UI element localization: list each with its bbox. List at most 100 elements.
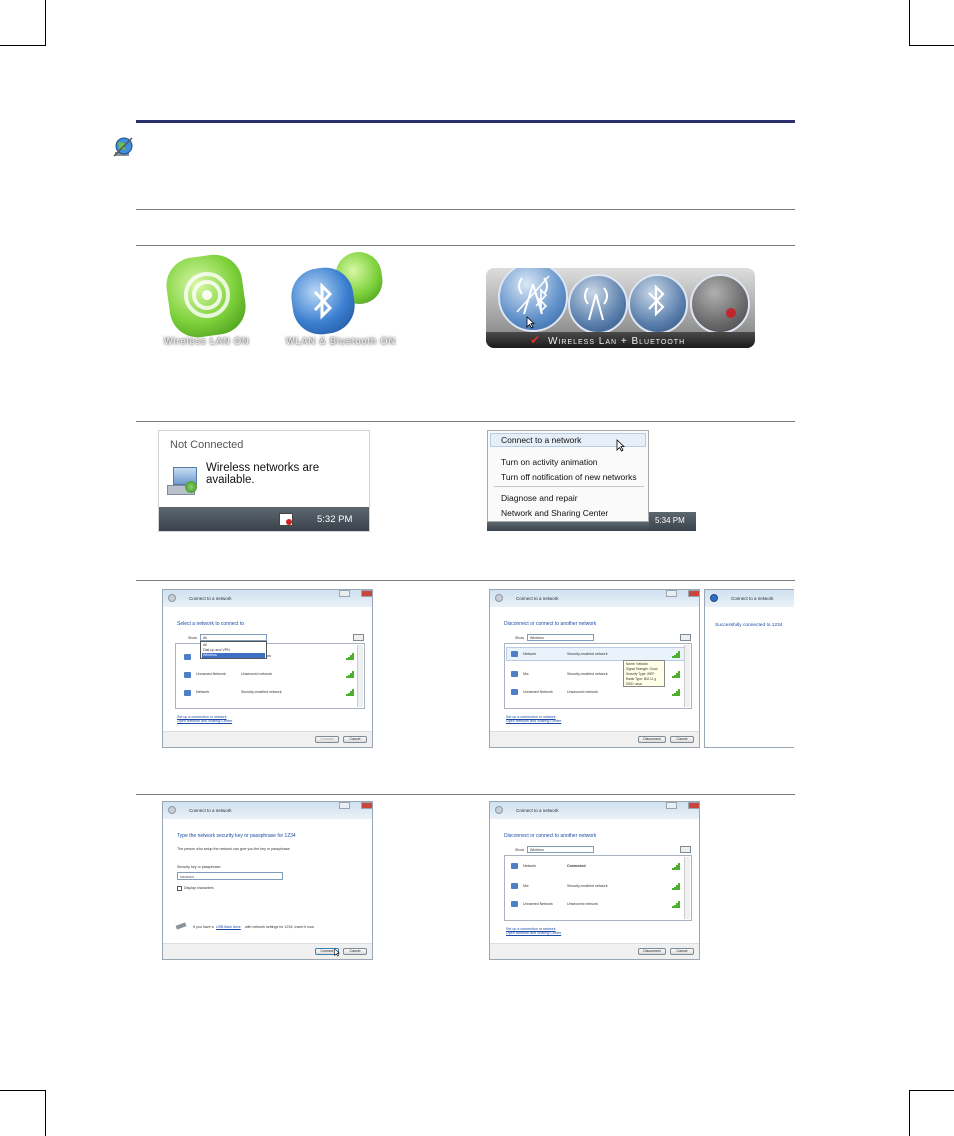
display-characters-checkbox[interactable] bbox=[177, 886, 182, 891]
connect-network-dialog: Connect to a network Disconnect or conne… bbox=[489, 801, 700, 960]
network-security: Unsecured network bbox=[241, 672, 272, 676]
dialog-subtext: The person who setup the network can giv… bbox=[177, 847, 291, 851]
success-message: Successfully connected to 1234 bbox=[715, 623, 783, 628]
usb-prefix: If you have a bbox=[193, 925, 214, 929]
dialog-title: Connect to a network bbox=[516, 596, 559, 601]
refresh-button[interactable] bbox=[680, 634, 691, 641]
wlan-bluetooth-logo: WLAN & Bluetooth ON bbox=[284, 249, 399, 347]
show-select[interactable]: Wireless bbox=[527, 846, 594, 853]
cancel-button[interactable]: Cancel bbox=[343, 736, 367, 743]
minimize-button[interactable] bbox=[666, 802, 677, 809]
signal-icon bbox=[346, 689, 355, 696]
dialog-footer bbox=[490, 943, 699, 959]
scrollbar[interactable] bbox=[684, 645, 690, 707]
network-name[interactable]: Mic bbox=[523, 884, 529, 888]
osd-caption-bar: ✔ Wireless Lan + Bluetooth bbox=[486, 332, 755, 348]
back-button[interactable] bbox=[495, 594, 503, 602]
section-divider bbox=[136, 794, 795, 795]
disconnect-button[interactable]: Disconnect bbox=[638, 736, 666, 743]
show-label: Show bbox=[515, 848, 524, 852]
crop-mark bbox=[909, 0, 910, 46]
close-button[interactable] bbox=[688, 590, 699, 597]
menu-item-connect[interactable]: Connect to a network bbox=[501, 435, 581, 445]
signal-icon bbox=[346, 671, 355, 678]
usb-suffix: with network settings for 1234, insert i… bbox=[245, 925, 315, 929]
back-button[interactable] bbox=[168, 806, 176, 814]
network-icon bbox=[511, 689, 518, 695]
back-button[interactable] bbox=[495, 806, 503, 814]
signal-icon bbox=[672, 689, 681, 696]
sharing-center-link[interactable]: Open Network and Sharing Center bbox=[506, 719, 561, 723]
minimize-button[interactable] bbox=[339, 590, 350, 597]
crop-mark bbox=[0, 45, 45, 46]
menu-item-activity-animation[interactable]: Turn on activity animation bbox=[501, 457, 598, 467]
osd-caption: Wireless Lan + Bluetooth bbox=[548, 336, 686, 347]
show-dropdown: All Dial-up and VPN Wireless bbox=[200, 641, 267, 659]
signal-icon bbox=[672, 863, 681, 870]
crop-mark bbox=[45, 1090, 46, 1136]
network-name[interactable]: Mic bbox=[523, 672, 529, 676]
back-button[interactable] bbox=[710, 594, 718, 602]
network-notification[interactable]: Not Connected Wireless networks are avai… bbox=[158, 430, 370, 532]
sharing-center-link[interactable]: Open Network and Sharing Center bbox=[506, 931, 561, 935]
network-name[interactable]: Network bbox=[523, 652, 536, 656]
security-key-input[interactable]: •••••••••• bbox=[177, 872, 283, 880]
network-security: Unsecured network bbox=[567, 902, 598, 906]
network-globe-icon bbox=[167, 467, 203, 497]
network-security: Security-enabled network bbox=[567, 652, 608, 656]
dropdown-option[interactable]: All bbox=[203, 643, 207, 647]
cancel-button[interactable]: Cancel bbox=[343, 948, 367, 955]
security-key-dialog: Connect to a network Type the network se… bbox=[162, 801, 373, 960]
network-name[interactable]: Network bbox=[523, 864, 536, 868]
wireless-lan-logo: Wireless LAN ON bbox=[160, 251, 255, 347]
off-icon bbox=[726, 308, 736, 318]
show-select-value: All bbox=[203, 636, 207, 640]
dialog-footer bbox=[490, 731, 699, 747]
dropdown-option[interactable]: Dial-up and VPN bbox=[203, 648, 230, 652]
section-divider bbox=[136, 209, 795, 210]
disconnect-button[interactable]: Disconnect bbox=[638, 948, 666, 955]
cancel-button[interactable]: Cancel bbox=[670, 736, 694, 743]
network-tooltip: Name: Network Signal Strength: Good Secu… bbox=[623, 660, 665, 687]
connect-button[interactable]: Connect bbox=[315, 736, 339, 743]
back-button[interactable] bbox=[168, 594, 176, 602]
show-label: Show bbox=[515, 636, 524, 640]
refresh-button[interactable] bbox=[680, 846, 691, 853]
menu-item-diagnose[interactable]: Diagnose and repair bbox=[501, 493, 578, 503]
network-security: Unsecured network bbox=[567, 690, 598, 694]
network-security: Security-enabled network bbox=[567, 884, 608, 888]
minimize-button[interactable] bbox=[339, 802, 350, 809]
taskbar: 5:34 PM bbox=[649, 512, 696, 531]
network-name[interactable]: Unnamed Network bbox=[523, 902, 553, 906]
show-select[interactable]: Wireless bbox=[527, 634, 594, 641]
cursor-icon bbox=[616, 439, 625, 452]
connect-network-dialog: Connect to a network Disconnect or conne… bbox=[489, 589, 700, 748]
close-button[interactable] bbox=[361, 590, 372, 597]
scrollbar[interactable] bbox=[357, 645, 363, 707]
usb-flash-drive-link[interactable]: USB flash drive bbox=[216, 925, 241, 929]
tooltip-line: Security Type: WEP bbox=[626, 672, 655, 676]
tooltip-line: Signal Strength: Good bbox=[626, 667, 658, 671]
network-icon bbox=[511, 651, 518, 657]
cancel-button[interactable]: Cancel bbox=[670, 948, 694, 955]
header-rule bbox=[136, 120, 795, 123]
sharing-center-link[interactable]: Open Network and Sharing Center bbox=[177, 719, 232, 723]
show-select[interactable]: All bbox=[200, 634, 267, 641]
all-off-orb[interactable] bbox=[690, 274, 750, 334]
dropdown-option[interactable]: Wireless bbox=[203, 653, 217, 657]
menu-item-notification[interactable]: Turn off notification of new networks bbox=[501, 472, 637, 482]
minimize-button[interactable] bbox=[666, 590, 677, 597]
network-icon bbox=[511, 901, 518, 907]
scrollbar[interactable] bbox=[684, 857, 690, 919]
refresh-button[interactable] bbox=[353, 634, 364, 641]
section-divider bbox=[136, 421, 795, 422]
close-button[interactable] bbox=[688, 802, 699, 809]
signal-icon bbox=[346, 653, 355, 660]
network-icon bbox=[184, 690, 191, 696]
menu-item-sharing-center[interactable]: Network and Sharing Center bbox=[501, 508, 608, 518]
usb-drive-icon bbox=[175, 922, 187, 930]
crop-mark bbox=[0, 1090, 45, 1091]
network-name[interactable]: Unnamed Network bbox=[523, 690, 553, 694]
dialog-footer bbox=[163, 731, 372, 747]
close-button[interactable] bbox=[361, 802, 372, 809]
